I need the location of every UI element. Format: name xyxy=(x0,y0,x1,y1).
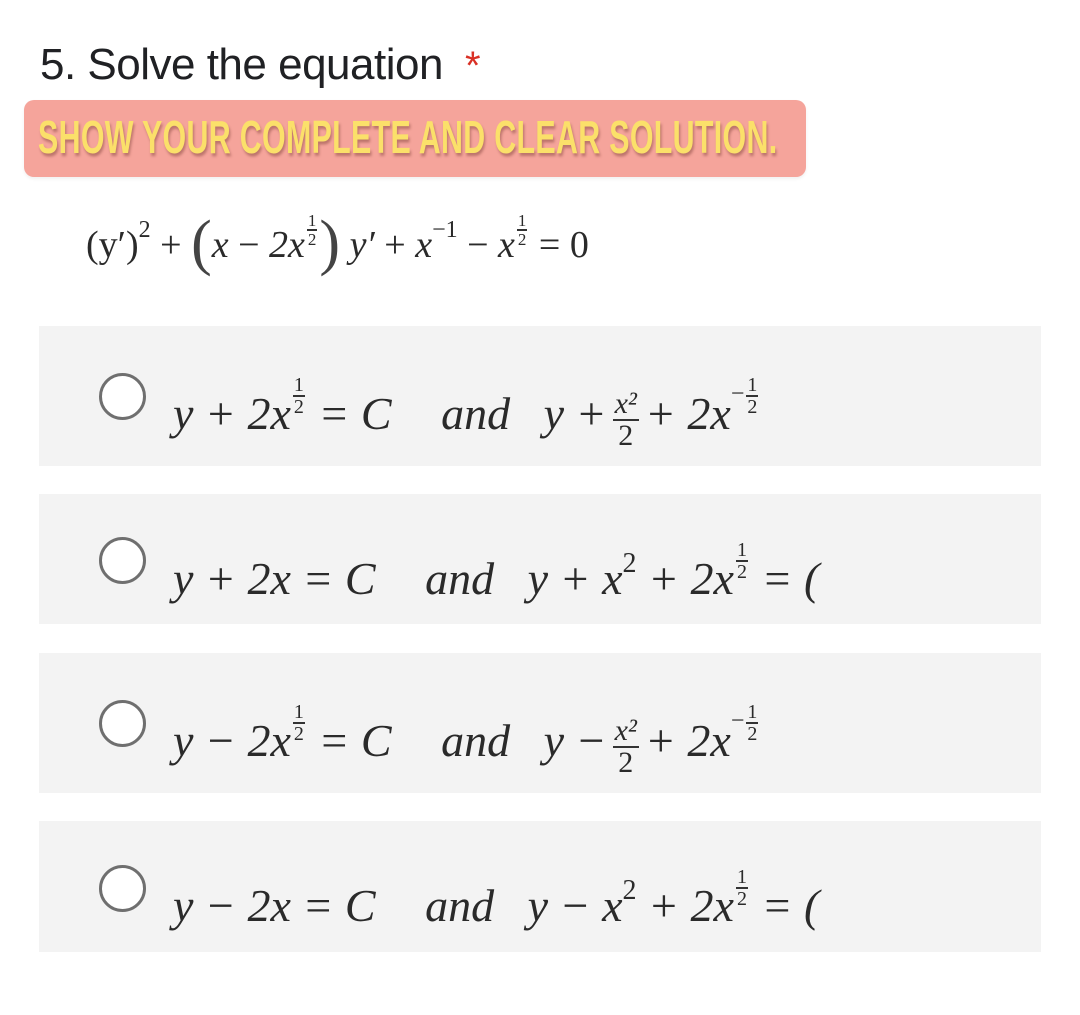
frac-num: 1 xyxy=(746,374,759,398)
eq-x: x xyxy=(211,224,229,266)
opt-exponent-2: 2 xyxy=(622,875,637,906)
frac-num: 1 xyxy=(746,701,759,725)
frac-num: 1 xyxy=(292,374,305,398)
eq-exponent-neg1: −1 xyxy=(432,217,458,243)
opt-right-mid: + 2x xyxy=(644,715,731,766)
eq-plus-2: + xyxy=(384,224,406,266)
eq-left-paren: ( xyxy=(191,209,212,277)
question-title: 5. Solve the equation * xyxy=(40,40,481,90)
option-c[interactable]: y − 2x 1 2 = C and y − x² 2 + 2x− 1 2 xyxy=(39,653,1041,793)
frac-num: 1 xyxy=(516,211,528,232)
frac-num: 1 xyxy=(735,539,748,563)
opt-left-rhs: = C xyxy=(318,715,392,766)
frac-den: 2 xyxy=(517,230,527,250)
frac-den: 2 xyxy=(293,396,304,419)
frac-num: 1 xyxy=(735,866,748,890)
frac-den: 2 xyxy=(293,723,304,746)
instruction-banner-text: SHOW YOUR COMPLETE AND CLEAR SOLUTION. xyxy=(38,111,778,163)
option-b[interactable]: y + 2x = C and y + x2 + 2x 1 2 = ( xyxy=(39,494,1041,624)
opt-left-exponent: 12 xyxy=(292,374,305,419)
opt-left: y − 2x xyxy=(173,715,291,766)
option-a[interactable]: y + 2x 1 2 = C and y + x² 2 + 2x− 1 2 xyxy=(39,326,1041,466)
instruction-banner: SHOW YOUR COMPLETE AND CLEAR SOLUTION. xyxy=(24,100,806,177)
opt-right-start: y + xyxy=(543,388,607,439)
option-d-label: y − 2x = C and y − x2 + 2x 1 2 = ( xyxy=(173,861,819,936)
radio-button-c[interactable] xyxy=(99,700,146,747)
opt-exp-sign: − xyxy=(730,708,745,734)
frac-den: 2 xyxy=(747,396,758,419)
opt-left-rhs: = C xyxy=(318,388,392,439)
opt-right-end: = ( xyxy=(761,880,820,931)
opt-exp-sign: − xyxy=(730,381,745,407)
eq-x-inverse: x xyxy=(415,224,433,266)
frac-num: x² xyxy=(612,387,639,422)
opt-right-start: y − x xyxy=(527,880,623,931)
option-b-label: y + 2x = C and y + x2 + 2x 1 2 = ( xyxy=(173,534,819,609)
frac-den: 2 xyxy=(736,561,747,584)
frac-num: x² xyxy=(612,714,639,749)
radio-button-a[interactable] xyxy=(99,373,146,420)
opt-right-exponent: 12 xyxy=(746,374,759,419)
frac-den: 2 xyxy=(307,230,317,250)
frac-den: 2 xyxy=(618,419,634,453)
radio-button-b[interactable] xyxy=(99,537,146,584)
eq-plus: + xyxy=(160,224,182,266)
eq-half-exponent: 12 xyxy=(306,211,318,250)
eq-x-root: x xyxy=(498,224,515,266)
opt-right-end: = ( xyxy=(761,553,820,604)
required-asterisk: * xyxy=(464,44,481,88)
option-a-label: y + 2x 1 2 = C and y + x² 2 + 2x− 1 2 xyxy=(173,364,760,453)
frac-num: 1 xyxy=(306,211,318,232)
frac-num: 1 xyxy=(292,701,305,725)
opt-left: y + 2x = C xyxy=(173,553,376,604)
opt-left: y − 2x = C xyxy=(173,880,376,931)
eq-minus: − xyxy=(238,224,260,266)
opt-right-exponent: 12 xyxy=(746,701,759,746)
eq-equals-zero: = 0 xyxy=(538,224,589,266)
frac-den: 2 xyxy=(736,888,747,911)
equation: (y′)2 + (x − 2x 1 2) y′ + x−1 − x12 = 0 xyxy=(86,200,589,275)
option-d[interactable]: y − 2x = C and y − x2 + 2x 1 2 = ( xyxy=(39,821,1041,952)
opt-right-mid: + 2x xyxy=(647,880,734,931)
radio-button-d[interactable] xyxy=(99,865,146,912)
opt-and: and xyxy=(441,715,511,766)
eq-exponent-2: 2 xyxy=(138,217,151,243)
eq-term-yprime: (y′) xyxy=(86,224,139,266)
opt-left-exponent: 12 xyxy=(292,701,305,746)
eq-right-paren: ) xyxy=(319,209,341,277)
eq-minus-2: − xyxy=(467,224,489,266)
eq-half-exponent-2: 12 xyxy=(516,211,528,250)
opt-and: and xyxy=(441,388,511,439)
opt-left: y + 2x xyxy=(173,388,291,439)
eq-y-prime: y′ xyxy=(349,224,375,266)
opt-right-mid: + 2x xyxy=(647,553,734,604)
frac-den: 2 xyxy=(618,746,634,780)
opt-right-exponent: 12 xyxy=(735,539,748,584)
opt-and: and xyxy=(425,553,495,604)
opt-and: and xyxy=(425,880,495,931)
opt-fraction: x² 2 xyxy=(612,387,639,453)
opt-right-mid: + 2x xyxy=(644,388,731,439)
question-title-text: 5. Solve the equation xyxy=(40,40,443,89)
eq-2x: 2x xyxy=(269,224,305,266)
opt-fraction: x² 2 xyxy=(612,714,639,780)
frac-den: 2 xyxy=(747,723,758,746)
opt-right-exponent: 12 xyxy=(735,866,748,911)
opt-right-start: y + x xyxy=(527,553,623,604)
opt-right-start: y − xyxy=(543,715,607,766)
opt-exponent-2: 2 xyxy=(622,548,637,579)
option-c-label: y − 2x 1 2 = C and y − x² 2 + 2x− 1 2 xyxy=(173,691,760,780)
